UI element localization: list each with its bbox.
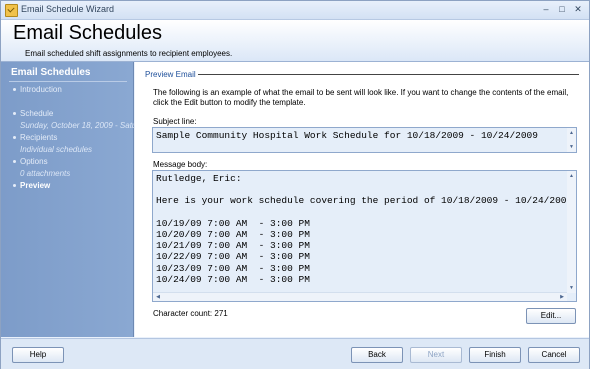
maximize-button[interactable]: □	[555, 3, 569, 16]
wizard-header: Email Schedules Email scheduled shift as…	[1, 20, 589, 62]
edit-button[interactable]: Edit...	[526, 308, 576, 324]
sidebar-title: Email Schedules	[11, 67, 91, 78]
window-title: Email Schedule Wizard	[21, 4, 115, 14]
step-options[interactable]: Options	[13, 157, 48, 166]
bullet-icon	[13, 136, 16, 140]
help-button[interactable]: Help	[12, 347, 64, 363]
bullet-icon	[13, 112, 16, 116]
message-body-field[interactable]: Rutledge, Eric: Here is your work schedu…	[152, 170, 578, 302]
minimize-button[interactable]: –	[539, 3, 553, 16]
page-subtitle: Email scheduled shift assignments to rec…	[25, 49, 233, 58]
step-schedule[interactable]: Schedule	[13, 109, 53, 118]
message-vertical-scrollbar[interactable]: ▲ ▼	[567, 171, 576, 293]
message-body-text: Rutledge, Eric: Here is your work schedu…	[156, 173, 578, 285]
scroll-left-icon[interactable]: ◀	[154, 293, 162, 301]
title-bar: Email Schedule Wizard – □ ✕	[1, 1, 589, 20]
close-button[interactable]: ✕	[571, 3, 585, 16]
bullet-icon	[13, 88, 16, 92]
page-title: Email Schedules	[13, 22, 162, 44]
subject-text: Sample Community Hospital Work Schedule …	[156, 130, 538, 141]
wizard-steps-sidebar: Email Schedules Introduction Schedule Su…	[1, 62, 152, 337]
bullet-icon	[13, 184, 16, 188]
cancel-button[interactable]: Cancel	[528, 347, 580, 363]
finish-button[interactable]: Finish	[469, 347, 521, 363]
bullet-icon	[13, 160, 16, 164]
subject-label: Subject line:	[153, 117, 197, 126]
message-label: Message body:	[153, 160, 208, 169]
subject-field[interactable]: Sample Community Hospital Work Schedule …	[152, 127, 577, 153]
step-options-detail: 0 attachments	[20, 169, 71, 178]
app-icon	[5, 4, 18, 17]
message-horizontal-scrollbar[interactable]: ◀ ▶	[153, 292, 567, 301]
sidebar-divider	[9, 81, 127, 82]
section-label: Preview Email	[145, 70, 196, 79]
preview-panel: Preview Email The following is an exampl…	[135, 62, 589, 337]
scroll-up-icon[interactable]: ▲	[568, 129, 575, 137]
next-button[interactable]: Next	[410, 347, 462, 363]
step-preview[interactable]: Preview	[13, 181, 50, 190]
step-schedule-detail: Sunday, October 18, 2009 - Saturday	[20, 121, 152, 130]
wizard-window: Email Schedule Wizard – □ ✕ Email Schedu…	[0, 0, 590, 369]
scroll-up-icon[interactable]: ▲	[568, 172, 575, 180]
back-button[interactable]: Back	[351, 347, 403, 363]
scroll-right-icon[interactable]: ▶	[558, 293, 566, 301]
step-introduction[interactable]: Introduction	[13, 85, 62, 94]
intro-text: The following is an example of what the …	[153, 88, 569, 107]
scroll-down-icon[interactable]: ▼	[568, 143, 575, 151]
wizard-footer: Help Back Next Finish Cancel	[1, 338, 589, 369]
subject-scrollbar[interactable]: ▲ ▼	[567, 128, 576, 152]
scroll-down-icon[interactable]: ▼	[568, 284, 575, 292]
step-recipients-detail: Individual schedules	[20, 145, 93, 154]
section-divider	[198, 74, 579, 75]
step-recipients[interactable]: Recipients	[13, 133, 57, 142]
character-count: Character count: 271	[153, 309, 228, 318]
